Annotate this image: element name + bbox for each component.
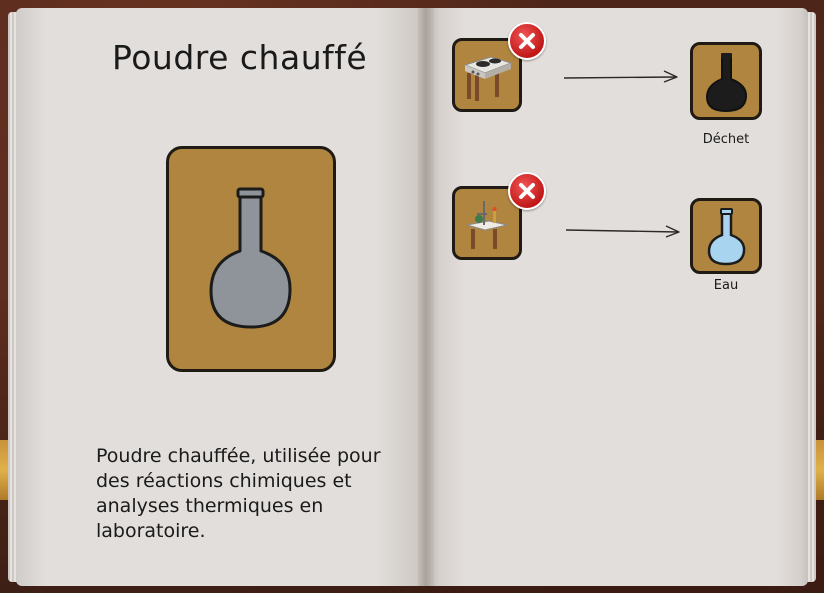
gray-flask-icon bbox=[209, 187, 292, 329]
black-flask-icon bbox=[705, 53, 748, 113]
arrow-right-icon bbox=[565, 225, 680, 238]
result-card-water[interactable] bbox=[690, 198, 762, 274]
unavailable-badge-icon bbox=[508, 22, 546, 60]
item-title: Poudre chauffé bbox=[112, 38, 368, 77]
book-spine bbox=[418, 8, 434, 586]
result-label-waste: Déchet bbox=[702, 132, 750, 147]
hot-plate-icon bbox=[463, 56, 513, 101]
recipe-book: Poudre chauffé Poudre chauffée, utilisée… bbox=[8, 8, 816, 586]
item-card bbox=[166, 146, 336, 372]
arrow-right-icon bbox=[563, 70, 678, 83]
result-label-water: Eau bbox=[713, 278, 739, 293]
unavailable-badge-icon bbox=[508, 172, 546, 210]
item-description: Poudre chauffée, utilisée pour des réact… bbox=[96, 445, 381, 542]
right-page: Déchet Eau bbox=[426, 8, 808, 586]
light-blue-flask-icon bbox=[707, 208, 746, 266]
lab-bench-icon bbox=[466, 201, 508, 249]
result-card-waste[interactable] bbox=[690, 42, 762, 120]
left-page: Poudre chauffé Poudre chauffée, utilisée… bbox=[16, 8, 426, 586]
